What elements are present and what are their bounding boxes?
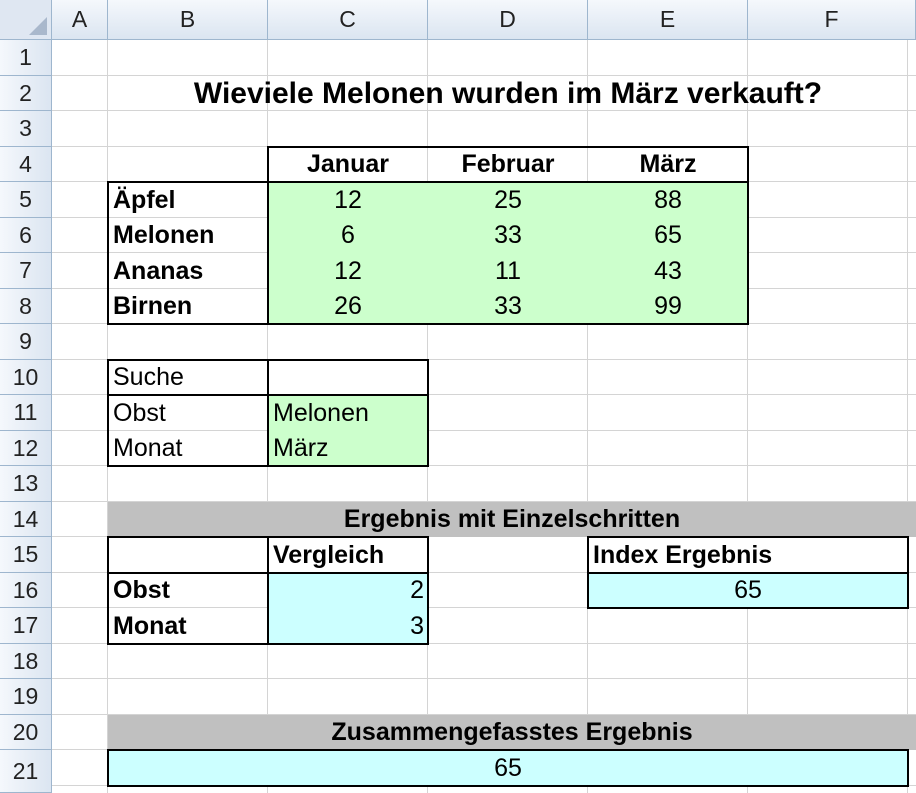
month-header-3[interactable]: März <box>588 147 748 182</box>
table-value[interactable]: 88 <box>588 182 748 218</box>
column-header-c[interactable]: C <box>268 0 428 40</box>
fruit-label[interactable]: Birnen <box>108 289 268 324</box>
gridline-horizontal <box>52 678 916 679</box>
vergleich-empty[interactable] <box>108 537 268 573</box>
row-header-10[interactable]: 10 <box>0 360 52 395</box>
steps-obst-value[interactable]: 2 <box>268 573 428 608</box>
fruit-label[interactable]: Äpfel <box>108 182 268 218</box>
table-value[interactable]: 11 <box>428 253 588 289</box>
steps-header[interactable]: Ergebnis mit Einzelschritten <box>108 502 916 537</box>
search-empty-cell[interactable] <box>268 360 428 395</box>
column-header-d[interactable]: D <box>428 0 588 40</box>
row-header-7[interactable]: 7 <box>0 253 52 289</box>
row-header-17[interactable]: 17 <box>0 608 52 644</box>
row-header-1[interactable]: 1 <box>0 40 52 76</box>
index-label[interactable]: Index Ergebnis <box>588 537 908 573</box>
row-header-6[interactable]: 6 <box>0 218 52 253</box>
column-header-a[interactable]: A <box>52 0 108 40</box>
steps-obst-label[interactable]: Obst <box>108 573 268 608</box>
select-all-triangle-icon <box>29 17 47 35</box>
combined-value[interactable]: 65 <box>108 750 908 786</box>
combined-header[interactable]: Zusammengefasstes Ergebnis <box>108 715 916 750</box>
row-header-3[interactable]: 3 <box>0 111 52 147</box>
row-header-21[interactable]: 21 <box>0 750 52 793</box>
obst-label[interactable]: Obst <box>108 395 268 431</box>
month-header-1[interactable]: Januar <box>268 147 428 182</box>
vergleich-label[interactable]: Vergleich <box>268 537 428 573</box>
table-value[interactable]: 25 <box>428 182 588 218</box>
row-header-11[interactable]: 11 <box>0 395 52 431</box>
row-header-2[interactable]: 2 <box>0 76 52 111</box>
row-header-5[interactable]: 5 <box>0 182 52 218</box>
row-header-20[interactable]: 20 <box>0 715 52 750</box>
row-header-19[interactable]: 19 <box>0 679 52 715</box>
table-value[interactable]: 43 <box>588 253 748 289</box>
table-value[interactable]: 33 <box>428 218 588 253</box>
row-header-15[interactable]: 15 <box>0 537 52 573</box>
table-value[interactable]: 65 <box>588 218 748 253</box>
steps-monat-label[interactable]: Monat <box>108 608 268 644</box>
gridline-vertical <box>907 40 908 793</box>
title-cell[interactable]: Wieviele Melonen wurden im März verkauft… <box>108 76 908 111</box>
row-header-16[interactable]: 16 <box>0 573 52 608</box>
fruit-label[interactable]: Ananas <box>108 253 268 289</box>
table-value[interactable]: 33 <box>428 289 588 324</box>
table-value[interactable]: 12 <box>268 253 428 289</box>
row-header-18[interactable]: 18 <box>0 644 52 679</box>
obst-value[interactable]: Melonen <box>268 395 428 431</box>
search-label[interactable]: Suche <box>108 360 268 395</box>
column-header-e[interactable]: E <box>588 0 748 40</box>
fruit-label[interactable]: Melonen <box>108 218 268 253</box>
row-header-8[interactable]: 8 <box>0 289 52 324</box>
table-value[interactable]: 99 <box>588 289 748 324</box>
row-header-4[interactable]: 4 <box>0 147 52 182</box>
index-value[interactable]: 65 <box>588 573 908 608</box>
column-header-b[interactable]: B <box>108 0 268 40</box>
row-header-13[interactable]: 13 <box>0 466 52 502</box>
row-header-9[interactable]: 9 <box>0 324 52 360</box>
column-header-f[interactable]: F <box>748 0 916 40</box>
table-value[interactable]: 12 <box>268 182 428 218</box>
table-value[interactable]: 26 <box>268 289 428 324</box>
spreadsheet: A B C D E F 1 2 3 4 5 6 7 8 9 10 11 12 13 14 15 16 17 18 19 20 21 W… <box>0 0 916 793</box>
monat-label[interactable]: Monat <box>108 431 268 466</box>
row-header-14[interactable]: 14 <box>0 502 52 537</box>
month-header-2[interactable]: Februar <box>428 147 588 182</box>
steps-monat-value[interactable]: 3 <box>268 608 428 644</box>
select-all-corner[interactable] <box>0 0 52 40</box>
table-value[interactable]: 6 <box>268 218 428 253</box>
monat-value[interactable]: März <box>268 431 428 466</box>
row-header-12[interactable]: 12 <box>0 431 52 466</box>
